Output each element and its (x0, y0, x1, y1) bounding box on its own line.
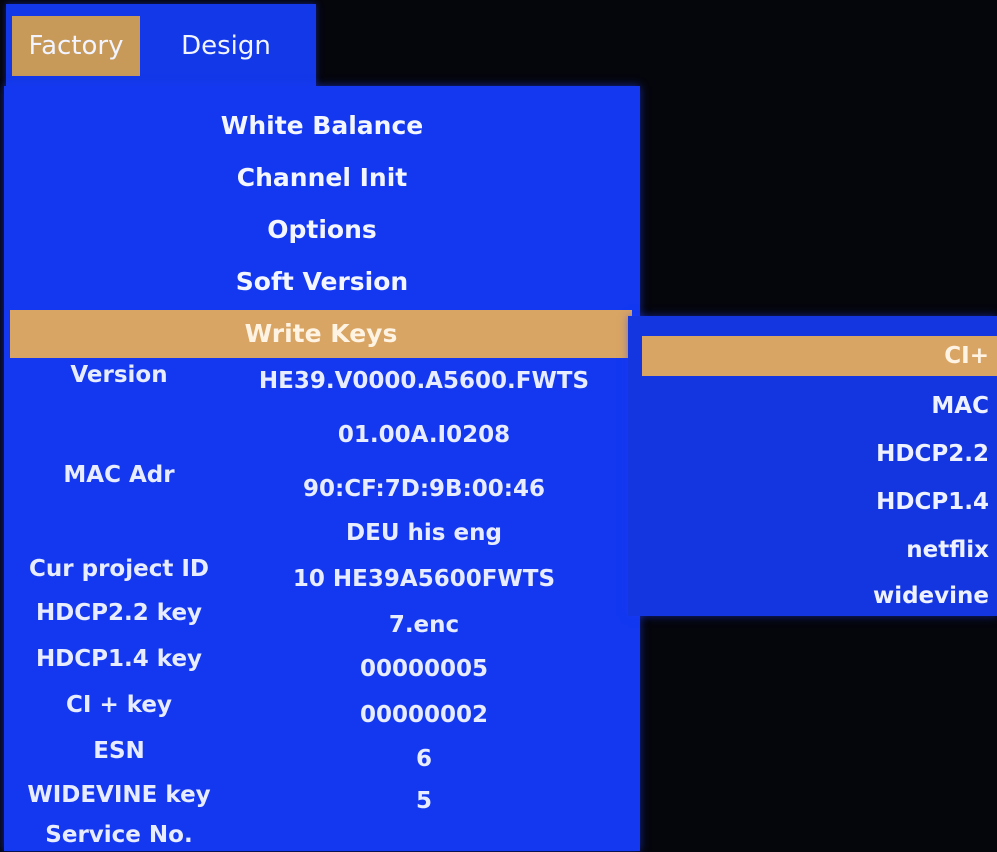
widevine-key-label: WIDEVINE key (27, 782, 211, 808)
submenu-item-hdcp14[interactable]: HDCP1.4 (649, 482, 989, 522)
hdcp22-key-value: 7.enc (388, 612, 460, 638)
widevine-key-value: 5 (415, 788, 432, 814)
tab-factory[interactable]: Factory (12, 16, 140, 76)
tab-bar: Factory Design (6, 4, 316, 88)
esn-label: ESN (93, 738, 145, 764)
write-keys-submenu: CI+ MAC HDCP2.2 HDCP1.4 netflix widevine (628, 316, 997, 616)
version-value: HE39.V0000.A5600.FWTS (258, 368, 590, 394)
factory-menu-panel: White Balance Channel Init Options Soft … (4, 86, 640, 851)
hdcp14-key-value: 00000005 (359, 656, 489, 682)
project-id-value: 10 HE39A5600FWTS (292, 566, 556, 592)
version-label: Version (70, 362, 168, 388)
tab-design[interactable]: Design (156, 16, 296, 76)
project-id-label: Cur project ID (29, 556, 209, 582)
ci-key-value: 00000002 (359, 702, 489, 728)
language-value: DEU his eng (346, 520, 502, 546)
submenu-item-mac[interactable]: MAC (649, 386, 989, 426)
submenu-item-netflix[interactable]: netflix (649, 530, 989, 570)
mac-address-value: 90:CF:7D:9B:00:46 (303, 476, 545, 502)
menu-item-write-keys[interactable]: Write Keys (10, 310, 632, 358)
menu-item-options[interactable]: Options (4, 206, 640, 254)
menu-item-soft-version[interactable]: Soft Version (4, 258, 640, 306)
menu-item-white-balance[interactable]: White Balance (4, 102, 640, 150)
submenu-item-hdcp22[interactable]: HDCP2.2 (649, 434, 989, 474)
esn-value: 6 (415, 746, 432, 772)
hdcp14-key-label: HDCP1.4 key (35, 646, 203, 672)
service-number-label: Service No. (45, 822, 193, 848)
mac-address-label: MAC Adr (63, 462, 175, 488)
submenu-item-ci-plus[interactable]: CI+ (642, 336, 997, 376)
version-value-secondary: 01.00A.I0208 (337, 422, 511, 448)
submenu-item-widevine[interactable]: widevine (649, 576, 989, 616)
menu-item-channel-init[interactable]: Channel Init (4, 154, 640, 202)
ci-key-label: CI + key (66, 692, 172, 718)
hdcp22-key-label: HDCP2.2 key (35, 600, 203, 626)
